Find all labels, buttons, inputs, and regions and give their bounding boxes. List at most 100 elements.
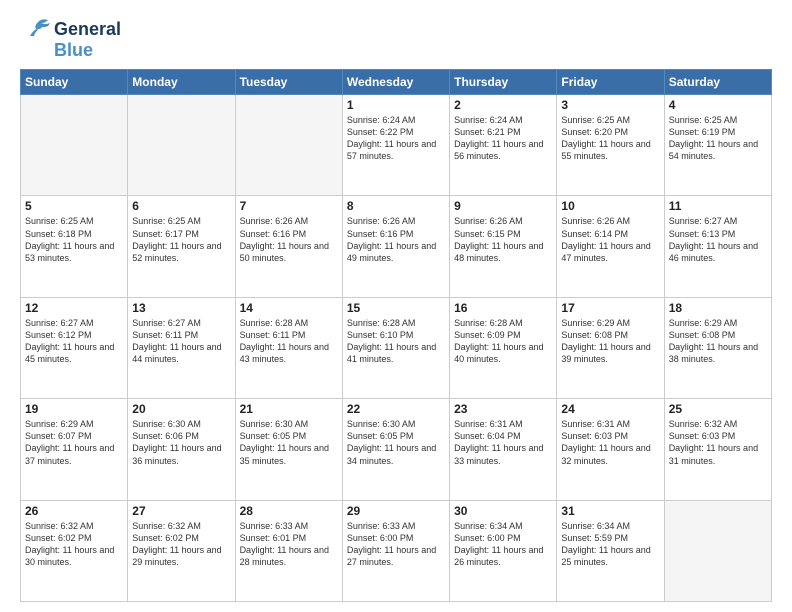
calendar-day-25: 25 Sunrise: 6:32 AM Sunset: 6:03 PM Dayli… xyxy=(664,399,771,500)
logo-text-general: General xyxy=(54,19,121,40)
day-number: 17 xyxy=(561,301,659,315)
calendar-day-24: 24Sunrise: 6:31 AM Sunset: 6:03 PM Dayli… xyxy=(557,399,664,500)
calendar-day-26: 26 Sunrise: 6:32 AM Sunset: 6:02 PM Dayli… xyxy=(21,500,128,601)
day-number: 2 xyxy=(454,98,552,112)
day-info: Sunrise: 6:26 AM Sunset: 6:14 PM Dayligh… xyxy=(561,215,659,264)
calendar-day-4: 4 Sunrise: 6:25 AM Sunset: 6:19 PM Daylig… xyxy=(664,95,771,196)
day-info: Sunrise: 6:28 AM Sunset: 6:09 PM Dayligh… xyxy=(454,317,552,366)
calendar-header-thursday: Thursday xyxy=(450,70,557,95)
day-number: 14 xyxy=(240,301,338,315)
day-info: Sunrise: 6:31 AM Sunset: 6:04 PM Dayligh… xyxy=(454,418,552,467)
day-info: Sunrise: 6:26 AM Sunset: 6:16 PM Dayligh… xyxy=(240,215,338,264)
day-number: 30 xyxy=(454,504,552,518)
day-info: Sunrise: 6:25 AM Sunset: 6:19 PM Dayligh… xyxy=(669,114,767,163)
day-info: Sunrise: 6:25 AM Sunset: 6:18 PM Dayligh… xyxy=(25,215,123,264)
calendar-day-11: 11Sunrise: 6:27 AM Sunset: 6:13 PM Dayli… xyxy=(664,196,771,297)
calendar-day-10: 10 Sunrise: 6:26 AM Sunset: 6:14 PM Dayli… xyxy=(557,196,664,297)
day-info: Sunrise: 6:29 AM Sunset: 6:07 PM Dayligh… xyxy=(25,418,123,467)
day-number: 25 xyxy=(669,402,767,416)
day-info: Sunrise: 6:27 AM Sunset: 6:13 PM Dayligh… xyxy=(669,215,767,264)
calendar-day-19: 19 Sunrise: 6:29 AM Sunset: 6:07 PM Dayli… xyxy=(21,399,128,500)
logo-bird-icon xyxy=(20,18,52,40)
day-number: 22 xyxy=(347,402,445,416)
day-info: Sunrise: 6:27 AM Sunset: 6:11 PM Dayligh… xyxy=(132,317,230,366)
day-info: Sunrise: 6:26 AM Sunset: 6:16 PM Dayligh… xyxy=(347,215,445,264)
calendar-day-22: 22Sunrise: 6:30 AM Sunset: 6:05 PM Dayli… xyxy=(342,399,449,500)
calendar-week-4: 19 Sunrise: 6:29 AM Sunset: 6:07 PM Dayli… xyxy=(21,399,772,500)
calendar-header-wednesday: Wednesday xyxy=(342,70,449,95)
day-info: Sunrise: 6:32 AM Sunset: 6:02 PM Dayligh… xyxy=(25,520,123,569)
calendar-empty xyxy=(21,95,128,196)
calendar-day-20: 20 Sunrise: 6:30 AM Sunset: 6:06 PM Dayli… xyxy=(128,399,235,500)
calendar-day-23: 23 Sunrise: 6:31 AM Sunset: 6:04 PM Dayli… xyxy=(450,399,557,500)
calendar-day-6: 6Sunrise: 6:25 AM Sunset: 6:17 PM Daylig… xyxy=(128,196,235,297)
calendar-day-15: 15 Sunrise: 6:28 AM Sunset: 6:10 PM Dayli… xyxy=(342,297,449,398)
day-number: 31 xyxy=(561,504,659,518)
day-info: Sunrise: 6:30 AM Sunset: 6:06 PM Dayligh… xyxy=(132,418,230,467)
day-number: 19 xyxy=(25,402,123,416)
calendar-header-saturday: Saturday xyxy=(664,70,771,95)
day-info: Sunrise: 6:34 AM Sunset: 6:00 PM Dayligh… xyxy=(454,520,552,569)
calendar-day-1: 1 Sunrise: 6:24 AM Sunset: 6:22 PM Daylig… xyxy=(342,95,449,196)
day-number: 16 xyxy=(454,301,552,315)
calendar-day-5: 5 Sunrise: 6:25 AM Sunset: 6:18 PM Daylig… xyxy=(21,196,128,297)
calendar-day-21: 21 Sunrise: 6:30 AM Sunset: 6:05 PM Dayli… xyxy=(235,399,342,500)
logo: General Blue xyxy=(20,18,121,61)
day-number: 18 xyxy=(669,301,767,315)
day-number: 5 xyxy=(25,199,123,213)
day-number: 8 xyxy=(347,199,445,213)
calendar-empty xyxy=(128,95,235,196)
day-number: 7 xyxy=(240,199,338,213)
calendar-week-5: 26 Sunrise: 6:32 AM Sunset: 6:02 PM Dayli… xyxy=(21,500,772,601)
calendar-header-row: SundayMondayTuesdayWednesdayThursdayFrid… xyxy=(21,70,772,95)
header: General Blue xyxy=(20,18,772,61)
calendar-day-8: 8 Sunrise: 6:26 AM Sunset: 6:16 PM Daylig… xyxy=(342,196,449,297)
day-number: 20 xyxy=(132,402,230,416)
day-info: Sunrise: 6:32 AM Sunset: 6:02 PM Dayligh… xyxy=(132,520,230,569)
calendar-day-18: 18 Sunrise: 6:29 AM Sunset: 6:08 PM Dayli… xyxy=(664,297,771,398)
day-number: 4 xyxy=(669,98,767,112)
day-number: 6 xyxy=(132,199,230,213)
day-number: 29 xyxy=(347,504,445,518)
calendar-week-1: 1 Sunrise: 6:24 AM Sunset: 6:22 PM Daylig… xyxy=(21,95,772,196)
day-info: Sunrise: 6:30 AM Sunset: 6:05 PM Dayligh… xyxy=(240,418,338,467)
calendar-week-3: 12 Sunrise: 6:27 AM Sunset: 6:12 PM Dayli… xyxy=(21,297,772,398)
day-info: Sunrise: 6:29 AM Sunset: 6:08 PM Dayligh… xyxy=(669,317,767,366)
calendar-day-13: 13Sunrise: 6:27 AM Sunset: 6:11 PM Dayli… xyxy=(128,297,235,398)
calendar-empty xyxy=(664,500,771,601)
day-info: Sunrise: 6:25 AM Sunset: 6:20 PM Dayligh… xyxy=(561,114,659,163)
calendar-day-27: 27Sunrise: 6:32 AM Sunset: 6:02 PM Dayli… xyxy=(128,500,235,601)
day-info: Sunrise: 6:26 AM Sunset: 6:15 PM Dayligh… xyxy=(454,215,552,264)
day-info: Sunrise: 6:32 AM Sunset: 6:03 PM Dayligh… xyxy=(669,418,767,467)
day-info: Sunrise: 6:24 AM Sunset: 6:21 PM Dayligh… xyxy=(454,114,552,163)
day-number: 10 xyxy=(561,199,659,213)
day-number: 21 xyxy=(240,402,338,416)
calendar-day-2: 2 Sunrise: 6:24 AM Sunset: 6:21 PM Daylig… xyxy=(450,95,557,196)
day-info: Sunrise: 6:34 AM Sunset: 5:59 PM Dayligh… xyxy=(561,520,659,569)
day-info: Sunrise: 6:29 AM Sunset: 6:08 PM Dayligh… xyxy=(561,317,659,366)
day-info: Sunrise: 6:28 AM Sunset: 6:11 PM Dayligh… xyxy=(240,317,338,366)
calendar-day-3: 3Sunrise: 6:25 AM Sunset: 6:20 PM Daylig… xyxy=(557,95,664,196)
day-number: 23 xyxy=(454,402,552,416)
calendar-header-friday: Friday xyxy=(557,70,664,95)
logo-text-blue: Blue xyxy=(54,40,93,61)
day-number: 1 xyxy=(347,98,445,112)
day-info: Sunrise: 6:33 AM Sunset: 6:00 PM Dayligh… xyxy=(347,520,445,569)
day-number: 28 xyxy=(240,504,338,518)
calendar-day-7: 7 Sunrise: 6:26 AM Sunset: 6:16 PM Daylig… xyxy=(235,196,342,297)
day-number: 24 xyxy=(561,402,659,416)
page: General Blue SundayMondayTuesdayWednesda… xyxy=(0,0,792,612)
day-number: 26 xyxy=(25,504,123,518)
day-info: Sunrise: 6:24 AM Sunset: 6:22 PM Dayligh… xyxy=(347,114,445,163)
calendar-day-31: 31 Sunrise: 6:34 AM Sunset: 5:59 PM Dayli… xyxy=(557,500,664,601)
calendar-day-29: 29 Sunrise: 6:33 AM Sunset: 6:00 PM Dayli… xyxy=(342,500,449,601)
day-info: Sunrise: 6:33 AM Sunset: 6:01 PM Dayligh… xyxy=(240,520,338,569)
day-info: Sunrise: 6:27 AM Sunset: 6:12 PM Dayligh… xyxy=(25,317,123,366)
day-info: Sunrise: 6:28 AM Sunset: 6:10 PM Dayligh… xyxy=(347,317,445,366)
calendar-table: SundayMondayTuesdayWednesdayThursdayFrid… xyxy=(20,69,772,602)
day-number: 15 xyxy=(347,301,445,315)
day-number: 12 xyxy=(25,301,123,315)
calendar-empty xyxy=(235,95,342,196)
calendar-day-17: 17 Sunrise: 6:29 AM Sunset: 6:08 PM Dayli… xyxy=(557,297,664,398)
calendar-day-16: 16 Sunrise: 6:28 AM Sunset: 6:09 PM Dayli… xyxy=(450,297,557,398)
